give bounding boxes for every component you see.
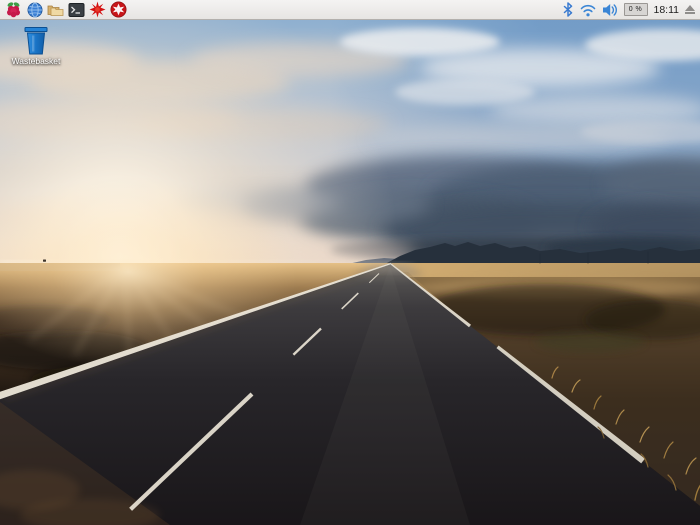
desktop-wallpaper xyxy=(0,20,700,525)
volume-button[interactable] xyxy=(602,3,618,17)
mathematica-icon xyxy=(89,1,106,18)
taskbar-status-area: 0 % 18:11 xyxy=(562,0,700,19)
taskbar: 0 % 18:11 xyxy=(0,0,700,20)
volume-icon xyxy=(602,3,618,17)
wastebasket-desktop-icon[interactable]: Wastebasket xyxy=(8,26,64,66)
wolfram-icon xyxy=(110,1,127,18)
file-manager-icon xyxy=(47,2,64,18)
file-manager-button[interactable] xyxy=(45,1,66,19)
web-browser-icon xyxy=(27,2,43,18)
menu-raspberry-icon xyxy=(5,1,22,18)
cpu-usage-label: 0 % xyxy=(629,6,643,13)
bluetooth-icon xyxy=(562,2,574,17)
desktop-surface[interactable]: Wastebasket xyxy=(0,20,700,525)
wastebasket-icon xyxy=(22,26,50,56)
wifi-icon xyxy=(580,3,596,17)
eject-icon xyxy=(685,5,695,11)
taskbar-launchers xyxy=(0,0,129,19)
menu-button[interactable] xyxy=(3,1,24,19)
mathematica-button[interactable] xyxy=(87,1,108,19)
terminal-button[interactable] xyxy=(66,1,87,19)
wifi-button[interactable] xyxy=(580,3,596,17)
wolfram-button[interactable] xyxy=(108,1,129,19)
bluetooth-button[interactable] xyxy=(562,2,574,17)
terminal-icon xyxy=(68,2,85,18)
eject-button[interactable] xyxy=(685,0,695,19)
cpu-monitor[interactable]: 0 % xyxy=(624,3,648,16)
clock[interactable]: 18:11 xyxy=(654,0,680,20)
browser-button[interactable] xyxy=(24,1,45,19)
wastebasket-label: Wastebasket xyxy=(12,57,61,66)
